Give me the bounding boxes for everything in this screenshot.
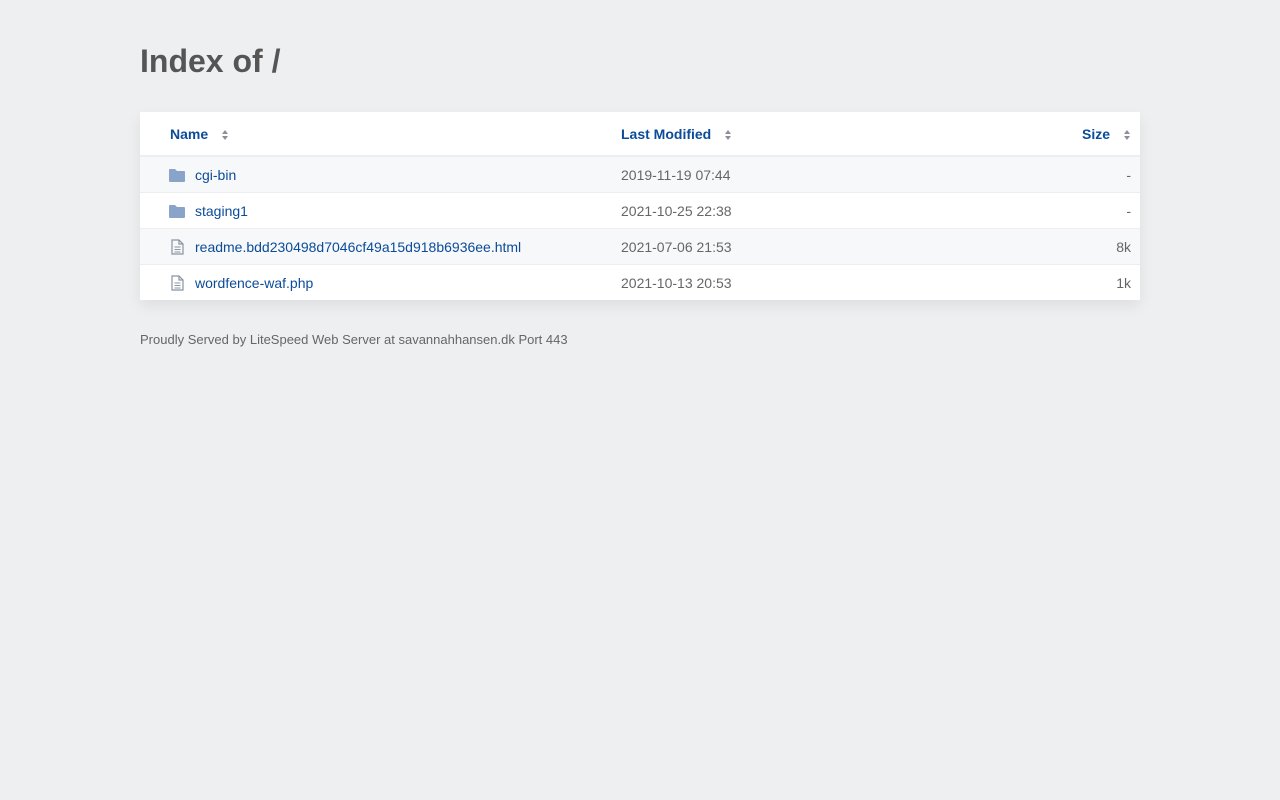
entry-modified: 2021-10-25 22:38 [621,202,732,219]
page-title: Index of / [140,43,281,79]
table-row: cgi-bin 2019-11-19 07:44 - [140,156,1140,192]
sort-by-size-button[interactable]: Size [1082,112,1131,155]
file-listing-table: Name Last Modified Size cgi-bin 2019-11-… [140,112,1140,300]
entry-link[interactable]: cgi-bin [195,167,236,183]
sort-by-modified-button[interactable]: Last Modified [621,112,921,155]
file-icon [171,274,184,291]
entry-size: 1k [1116,274,1131,291]
server-footer: Proudly Served by LiteSpeed Web Server a… [140,332,568,347]
entry-name-cell: cgi-bin [168,157,608,192]
entry-modified: 2019-11-19 07:44 [621,166,731,183]
table-row: wordfence-waf.php 2021-10-13 20:53 1k [140,264,1140,300]
entry-modified: 2021-07-06 21:53 [621,238,732,255]
folder-icon [169,168,185,182]
sort-icon [725,129,732,140]
modified-column-header: Last Modified [621,125,712,142]
folder-icon [169,204,185,218]
entry-name-cell: readme.bdd230498d7046cf49a15d918b6936ee.… [168,229,608,264]
sort-icon [222,129,229,140]
entry-link[interactable]: readme.bdd230498d7046cf49a15d918b6936ee.… [195,239,521,255]
sort-by-name-button[interactable]: Name [170,112,610,155]
table-header: Name Last Modified Size [140,112,1140,156]
size-column-header: Size [1081,125,1110,142]
entry-size: - [1126,166,1131,183]
table-row: staging1 2021-10-25 22:38 - [140,192,1140,228]
entry-size: 8k [1116,238,1131,255]
entry-link[interactable]: wordfence-waf.php [195,275,313,291]
entry-name-cell: staging1 [168,193,608,228]
sort-icon [1124,129,1130,140]
name-column-header: Name [170,125,209,142]
entry-link[interactable]: staging1 [195,203,248,219]
entry-modified: 2021-10-13 20:53 [621,274,732,291]
entry-size: - [1126,202,1131,219]
table-row: readme.bdd230498d7046cf49a15d918b6936ee.… [140,228,1140,264]
file-icon [171,238,184,255]
entry-name-cell: wordfence-waf.php [168,265,608,300]
